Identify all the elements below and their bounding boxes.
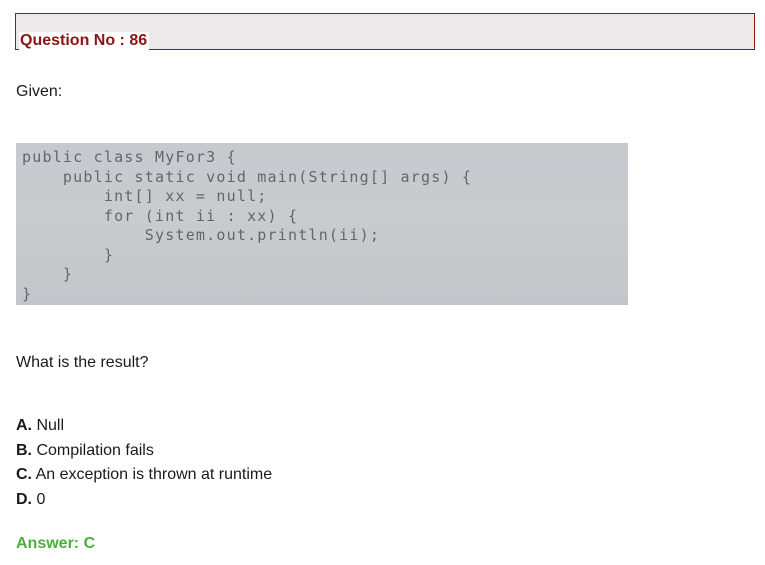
- question-prompt: What is the result?: [16, 354, 149, 371]
- answer-options: A. Null B. Compilation fails C. An excep…: [16, 414, 272, 512]
- option-text: 0: [32, 490, 46, 508]
- option-text: Null: [32, 417, 65, 434]
- option-a: A. Null: [16, 414, 272, 439]
- given-label: Given:: [16, 83, 63, 100]
- question-title: Question No : 86: [19, 32, 150, 52]
- question-header: Question No : 86: [15, 13, 755, 52]
- option-c: C. An exception is thrown at runtime: [16, 463, 272, 488]
- option-letter: C.: [16, 466, 32, 483]
- option-text: Compilation fails: [32, 441, 154, 459]
- option-text: An exception is thrown at runtime: [32, 466, 273, 483]
- answer-text: Answer: C: [16, 535, 96, 552]
- option-letter: B.: [16, 441, 32, 459]
- code-image: public class MyFor3 { public static void…: [16, 143, 628, 305]
- option-letter: A.: [16, 417, 32, 434]
- option-d: D. 0: [16, 488, 272, 513]
- code-snippet: public class MyFor3 { public static void…: [22, 148, 473, 303]
- option-letter: D.: [16, 490, 32, 508]
- option-b: B. Compilation fails: [16, 439, 272, 464]
